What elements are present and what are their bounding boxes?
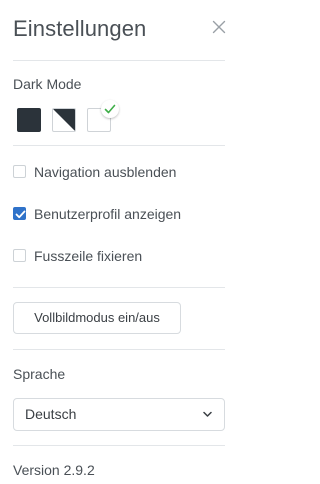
dark-mode-swatches [17, 100, 137, 134]
close-icon [212, 20, 226, 34]
panel-title: Einstellungen [13, 16, 147, 41]
checkbox[interactable] [13, 207, 26, 220]
close-button[interactable] [212, 20, 228, 36]
panel-header: Einstellungen [13, 14, 228, 44]
divider [13, 349, 225, 350]
divider [13, 445, 225, 446]
option-navigation-ausblenden[interactable]: Navigation ausblenden [13, 163, 228, 181]
version-text: Version 2.9.2 [13, 462, 95, 478]
checkbox-label: Navigation ausblenden [34, 164, 177, 180]
divider [13, 145, 225, 146]
fullscreen-toggle-button[interactable]: Vollbildmodus ein/aus [13, 302, 181, 334]
checkmark-icon [15, 210, 26, 219]
divider [13, 60, 225, 61]
swatch-split[interactable] [52, 108, 76, 132]
split-triangle-icon [53, 109, 75, 131]
divider [13, 287, 225, 288]
settings-panel: Einstellungen Dark Mode Navigation ausbl… [0, 0, 238, 484]
language-label: Sprache [13, 366, 66, 382]
option-benutzerprofil-anzeigen[interactable]: Benutzerprofil anzeigen [13, 205, 228, 223]
language-select[interactable]: Deutsch [13, 398, 225, 431]
swatch-dark[interactable] [17, 108, 41, 132]
language-value: Deutsch [25, 406, 77, 422]
checkbox-label: Benutzerprofil anzeigen [34, 206, 182, 222]
option-fusszeile-fixieren[interactable]: Fusszeile fixieren [13, 247, 228, 265]
dark-mode-label: Dark Mode [13, 76, 82, 92]
checkbox[interactable] [13, 165, 26, 178]
swatch-light[interactable] [87, 100, 119, 132]
selected-badge [101, 100, 119, 118]
check-icon [104, 104, 116, 114]
checkbox[interactable] [13, 249, 26, 262]
checkbox-label: Fusszeile fixieren [34, 248, 143, 264]
chevron-down-icon [203, 411, 212, 417]
